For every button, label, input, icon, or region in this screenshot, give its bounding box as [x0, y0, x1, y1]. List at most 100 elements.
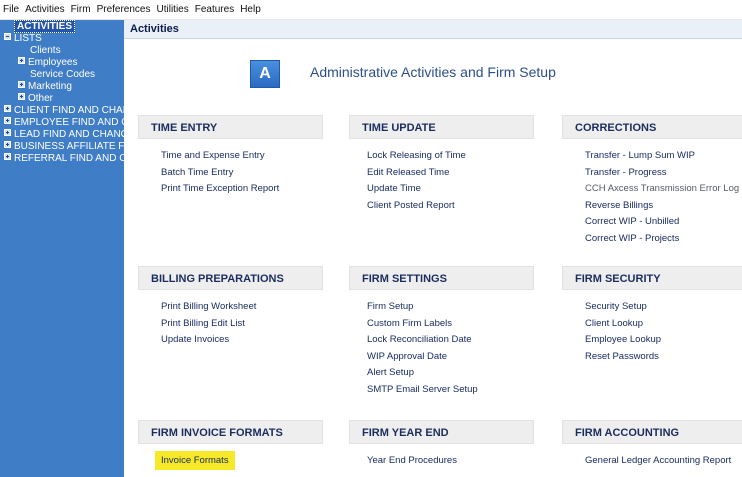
tree-item-activities[interactable]: ACTIVITIES	[14, 20, 76, 33]
section-header: CORRECTIONS	[562, 115, 742, 139]
link-reverse-billings[interactable]: Reverse Billings	[585, 198, 742, 215]
link-invoice-formats[interactable]: Invoice Formats	[155, 451, 323, 470]
tree-item-other[interactable]: Other	[18, 93, 53, 105]
link-list: Transfer - Lump Sum WIP Transfer - Progre…	[562, 139, 742, 247]
menu-features[interactable]: Features	[195, 0, 234, 20]
section-firm-settings: FIRM SETTINGS Firm Setup Custom Firm Label…	[349, 266, 534, 398]
link-list: Security Setup Client Lookup Employee Look…	[562, 290, 742, 365]
link-label: Print Billing Worksheet	[161, 301, 257, 312]
menu-file[interactable]: File	[3, 0, 19, 20]
link-client-posted-report[interactable]: Client Posted Report	[367, 198, 534, 215]
link-reset-passwords[interactable]: Reset Passwords	[585, 349, 742, 366]
collapse-icon[interactable]	[4, 33, 11, 40]
tree-item-service-codes[interactable]: Service Codes	[30, 69, 95, 81]
link-label: General Ledger Accounting Report	[585, 455, 732, 466]
expand-icon[interactable]	[18, 93, 25, 100]
tree-item-label: ACTIVITIES	[14, 20, 76, 33]
section-corrections: CORRECTIONS Transfer - Lump Sum WIP Transf…	[562, 115, 742, 247]
tree-item-lead-find-and-chang[interactable]: LEAD FIND AND CHANG	[4, 129, 124, 141]
tree-item-referral-find-and-c[interactable]: REFERRAL FIND AND C	[4, 153, 124, 165]
navigation-tree: ACTIVITIES LISTS Clients Employees Service C…	[0, 20, 124, 477]
link-label: Year End Procedures	[367, 455, 457, 466]
tree-item-label: Employees	[28, 57, 78, 68]
link-print-billing-worksheet[interactable]: Print Billing Worksheet	[161, 299, 323, 316]
link-label: Edit Released Time	[367, 166, 450, 178]
link-label: Invoice Formats	[155, 451, 235, 470]
link-employee-lookup[interactable]: Employee Lookup	[585, 332, 742, 349]
link-label: Print Time Exception Report	[161, 183, 280, 194]
link-label: Print Billing Edit List	[161, 317, 245, 329]
section-firm-accounting: FIRM ACCOUNTING General Ledger Accounting…	[562, 420, 742, 470]
section-header: FIRM ACCOUNTING	[562, 420, 742, 444]
link-label: Firm Setup	[367, 301, 414, 312]
link-year-end-procedures[interactable]: Year End Procedures	[367, 453, 534, 470]
link-transfer-progress[interactable]: Transfer - Progress	[585, 165, 742, 182]
link-custom-firm-labels[interactable]: Custom Firm Labels	[367, 316, 534, 333]
link-list: General Ledger Accounting Report	[562, 444, 742, 470]
tree-item-client-find-and-chan[interactable]: CLIENT FIND AND CHAN	[4, 105, 124, 117]
expand-icon[interactable]	[18, 81, 25, 88]
tree-item-employee-find-and-c[interactable]: EMPLOYEE FIND AND C	[4, 117, 124, 129]
tree-item-label: LISTS	[14, 33, 42, 44]
menu-firm[interactable]: Firm	[71, 0, 91, 20]
link-label: Reset Passwords	[585, 350, 659, 362]
link-security-setup[interactable]: Security Setup	[585, 299, 742, 316]
expand-icon[interactable]	[4, 141, 11, 148]
section-header: FIRM INVOICE FORMATS	[138, 420, 323, 444]
link-lock-releasing-of-time[interactable]: Lock Releasing of Time	[367, 148, 534, 165]
section-firm-security: FIRM SECURITY Security Setup Client Lookup…	[562, 266, 742, 365]
link-wip-approval-date[interactable]: WIP Approval Date	[367, 349, 534, 366]
tree-item-marketing[interactable]: Marketing	[18, 81, 72, 93]
section-firm-invoice-formats: FIRM INVOICE FORMATS Invoice Formats	[138, 420, 323, 470]
link-label: Update Invoices	[161, 334, 230, 345]
tree-item-label: EMPLOYEE FIND AND C	[14, 117, 124, 128]
tree-item-label: Marketing	[28, 81, 72, 92]
link-label: Lock Releasing of Time	[367, 150, 466, 161]
link-update-time[interactable]: Update Time	[367, 181, 534, 198]
menu-activities[interactable]: Activities	[25, 0, 64, 20]
link-correct-wip-projects[interactable]: Correct WIP - Projects	[585, 231, 742, 248]
link-label: CCH Axcess Transmission Error Log	[585, 183, 740, 194]
hero-title: Administrative Activities and Firm Setup	[310, 64, 556, 80]
menu-preferences[interactable]: Preferences	[97, 0, 151, 20]
link-client-lookup[interactable]: Client Lookup	[585, 316, 742, 333]
tree-item-employees[interactable]: Employees	[18, 57, 77, 69]
menu-help[interactable]: Help	[240, 0, 261, 20]
expand-icon[interactable]	[4, 105, 11, 112]
link-lock-reconciliation-date[interactable]: Lock Reconciliation Date	[367, 332, 534, 349]
expand-icon[interactable]	[4, 117, 11, 124]
menu-bar: File Activities Firm Preferences Utilities Fe…	[0, 0, 742, 20]
menu-utilities[interactable]: Utilities	[157, 0, 189, 20]
link-label: Lock Reconciliation Date	[367, 334, 472, 345]
expand-icon[interactable]	[4, 153, 11, 160]
expand-icon[interactable]	[4, 129, 11, 136]
tree-item-label: LEAD FIND AND CHANG	[14, 129, 124, 140]
link-alert-setup[interactable]: Alert Setup	[367, 365, 534, 382]
link-label: Client Lookup	[585, 317, 644, 329]
link-label: Correct WIP - Projects	[585, 232, 680, 244]
link-label: Client Posted Report	[367, 199, 455, 211]
link-transfer-lump-sum-wip[interactable]: Transfer - Lump Sum WIP	[585, 148, 742, 165]
link-print-billing-edit-list[interactable]: Print Billing Edit List	[161, 316, 323, 333]
link-batch-time-entry[interactable]: Batch Time Entry	[161, 165, 323, 182]
link-print-time-exception-report[interactable]: Print Time Exception Report	[161, 181, 323, 198]
section-header: TIME ENTRY	[138, 115, 323, 139]
tree-item-clients[interactable]: Clients	[30, 45, 61, 57]
tree-item-label: Service Codes	[30, 69, 96, 80]
section-time-update: TIME UPDATE Lock Releasing of Time Edit Re…	[349, 115, 534, 214]
link-correct-wip-unbilled[interactable]: Correct WIP - Unbilled	[585, 214, 742, 231]
link-smtp-email-server-setup[interactable]: SMTP Email Server Setup	[367, 382, 534, 399]
link-cch-axcess-transmission-error-log[interactable]: CCH Axcess Transmission Error Log	[585, 181, 742, 198]
link-label: Alert Setup	[367, 367, 414, 378]
link-update-invoices[interactable]: Update Invoices	[161, 332, 323, 349]
tree-item-business-affiliate-fi[interactable]: BUSINESS AFFILIATE FI	[4, 141, 124, 153]
link-edit-released-time[interactable]: Edit Released Time	[367, 165, 534, 182]
link-general-ledger-accounting-report[interactable]: General Ledger Accounting Report	[585, 453, 742, 470]
page-title: Activities	[124, 20, 742, 39]
link-label: Correct WIP - Unbilled	[585, 216, 680, 227]
tree-item-lists[interactable]: LISTS	[4, 33, 42, 45]
expand-icon[interactable]	[18, 57, 25, 64]
link-firm-setup[interactable]: Firm Setup	[367, 299, 534, 316]
link-time-and-expense-entry[interactable]: Time and Expense Entry	[161, 148, 323, 165]
tree-item-label: Other	[28, 93, 54, 104]
